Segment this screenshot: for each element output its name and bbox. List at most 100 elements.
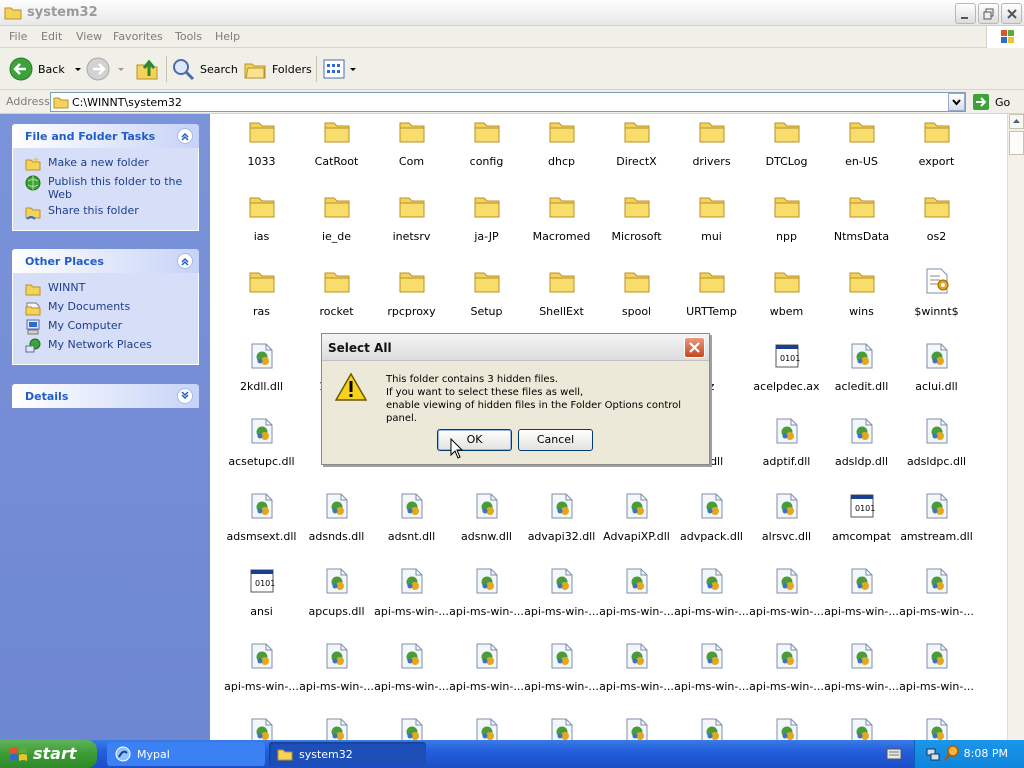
folders-button[interactable]: Folders bbox=[243, 55, 312, 83]
link-label: My Documents bbox=[48, 300, 131, 313]
file-name-label: wins bbox=[849, 305, 874, 318]
file-name-label: aclui.dll bbox=[915, 380, 958, 393]
task-pane: File and Folder Tasks Make a new folder … bbox=[0, 114, 210, 740]
collapse-chevron-icon[interactable] bbox=[177, 253, 193, 269]
message-line: If you want to select these files as wel… bbox=[386, 387, 584, 398]
taskbar-item-mypal[interactable]: Mypal bbox=[107, 742, 265, 766]
menu-favorites[interactable]: Favorites bbox=[113, 30, 163, 43]
file-name-label: rpcproxy bbox=[387, 305, 436, 318]
search-button[interactable]: Search bbox=[171, 55, 238, 83]
address-input[interactable]: C:\WINNT\system32 bbox=[50, 92, 966, 112]
folder-icon bbox=[774, 193, 800, 219]
panel-body: WINNT My Documents My Computer My Networ… bbox=[12, 273, 199, 365]
menu-file[interactable]: File bbox=[9, 30, 27, 43]
cancel-button[interactable]: Cancel bbox=[518, 429, 593, 451]
dll-file-icon bbox=[774, 643, 800, 669]
file-name-label: api-ms-win-... bbox=[674, 605, 749, 618]
scroll-up-arrow-icon[interactable] bbox=[1009, 114, 1024, 129]
vertical-scrollbar[interactable] bbox=[1007, 114, 1024, 740]
panel-body: Make a new folder Publish this folder to… bbox=[12, 148, 199, 231]
folders-label: Folders bbox=[272, 62, 312, 76]
taskbar: start Mypal system32 8:08 PM bbox=[0, 740, 1024, 768]
place-my-network-places[interactable]: My Network Places bbox=[25, 338, 198, 354]
address-bar: Address C:\WINNT\system32 Go bbox=[0, 90, 1024, 114]
minimize-button[interactable] bbox=[955, 3, 976, 24]
panel-title: File and Folder Tasks bbox=[25, 130, 156, 143]
search-tray-icon[interactable] bbox=[944, 745, 960, 762]
link-label: WINNT bbox=[48, 281, 86, 294]
mouse-cursor-icon bbox=[450, 438, 464, 459]
chevron-down-icon[interactable] bbox=[73, 64, 83, 74]
file-name-label: mui bbox=[701, 230, 722, 243]
go-label: Go bbox=[995, 95, 1011, 109]
menu-bar: File Edit View Favorites Tools Help bbox=[0, 26, 1024, 48]
menu-view[interactable]: View bbox=[76, 30, 102, 43]
close-button[interactable] bbox=[1001, 3, 1022, 24]
dll-file-icon bbox=[324, 568, 350, 594]
dialog-close-button[interactable] bbox=[684, 337, 705, 358]
file-folder-tasks-panel: File and Folder Tasks Make a new folder … bbox=[12, 124, 199, 231]
folder-icon bbox=[399, 118, 425, 144]
network-tray-icon[interactable] bbox=[925, 746, 941, 762]
dll-file-icon bbox=[774, 568, 800, 594]
make-new-folder-link[interactable]: Make a new folder bbox=[25, 156, 198, 172]
dll-file-icon bbox=[849, 343, 875, 369]
dll-file-icon bbox=[249, 718, 275, 740]
file-name-label: api-ms-win-... bbox=[899, 605, 974, 618]
menu-help[interactable]: Help bbox=[215, 30, 240, 43]
setup-file-icon bbox=[924, 268, 950, 294]
dll-file-icon bbox=[624, 643, 650, 669]
place-my-documents[interactable]: My Documents bbox=[25, 300, 198, 316]
file-name-label: Macromed bbox=[532, 230, 591, 243]
dll-file-icon bbox=[399, 493, 425, 519]
views-button[interactable] bbox=[322, 55, 358, 83]
scroll-thumb[interactable] bbox=[1009, 131, 1024, 155]
dll-file-icon bbox=[549, 568, 575, 594]
dll-file-icon bbox=[699, 718, 725, 740]
message-line: This folder contains 3 hidden files. bbox=[386, 374, 558, 385]
file-name-label: NtmsData bbox=[833, 230, 890, 243]
windows-flag-icon bbox=[1001, 30, 1014, 43]
collapse-chevron-icon[interactable] bbox=[177, 128, 193, 144]
dll-file-icon bbox=[774, 493, 800, 519]
keyboard-icon[interactable] bbox=[886, 747, 902, 761]
address-dropdown-button[interactable] bbox=[948, 93, 965, 111]
dll-file-icon bbox=[849, 568, 875, 594]
folder-icon bbox=[624, 193, 650, 219]
chevron-down-icon[interactable] bbox=[116, 64, 126, 74]
panel-header[interactable]: Details bbox=[12, 384, 199, 408]
forward-button[interactable] bbox=[86, 55, 126, 83]
file-name-label: adsldpc.dll bbox=[906, 455, 967, 468]
place-my-computer[interactable]: My Computer bbox=[25, 319, 198, 335]
start-button[interactable]: start bbox=[0, 740, 97, 768]
link-label: My Computer bbox=[48, 319, 123, 332]
chevron-down-icon[interactable] bbox=[348, 64, 358, 74]
taskbar-item-label: system32 bbox=[299, 747, 353, 761]
share-folder-link[interactable]: Share this folder bbox=[25, 204, 198, 220]
windows-logo bbox=[986, 26, 1024, 48]
file-name-label: adsmsext.dll bbox=[226, 530, 297, 543]
file-name-label: 1033 bbox=[247, 155, 276, 168]
back-button[interactable]: Back bbox=[9, 55, 83, 83]
menu-edit[interactable]: Edit bbox=[41, 30, 62, 43]
dll-file-icon bbox=[249, 643, 275, 669]
panel-header[interactable]: File and Folder Tasks bbox=[12, 124, 199, 148]
back-arrow-icon bbox=[9, 57, 33, 81]
panel-header[interactable]: Other Places bbox=[12, 249, 199, 273]
taskbar-item-system32[interactable]: system32 bbox=[269, 742, 426, 766]
go-arrow-icon bbox=[973, 94, 989, 110]
dll-file-icon bbox=[849, 643, 875, 669]
file-name-label: $winnt$ bbox=[914, 305, 959, 318]
file-name-label: DirectX bbox=[616, 155, 657, 168]
link-label: Make a new folder bbox=[48, 156, 149, 169]
maximize-button[interactable] bbox=[978, 3, 999, 24]
file-name-label: CatRoot bbox=[314, 155, 359, 168]
expand-chevron-icon[interactable] bbox=[177, 388, 193, 404]
up-folder-button[interactable] bbox=[135, 55, 159, 83]
folder-icon bbox=[549, 268, 575, 294]
menu-tools[interactable]: Tools bbox=[175, 30, 202, 43]
ok-button[interactable]: OK bbox=[437, 429, 512, 451]
publish-folder-link[interactable]: Publish this folder to the Web bbox=[25, 175, 198, 201]
go-button[interactable]: Go bbox=[972, 93, 1010, 111]
place-winnt[interactable]: WINNT bbox=[25, 281, 198, 297]
